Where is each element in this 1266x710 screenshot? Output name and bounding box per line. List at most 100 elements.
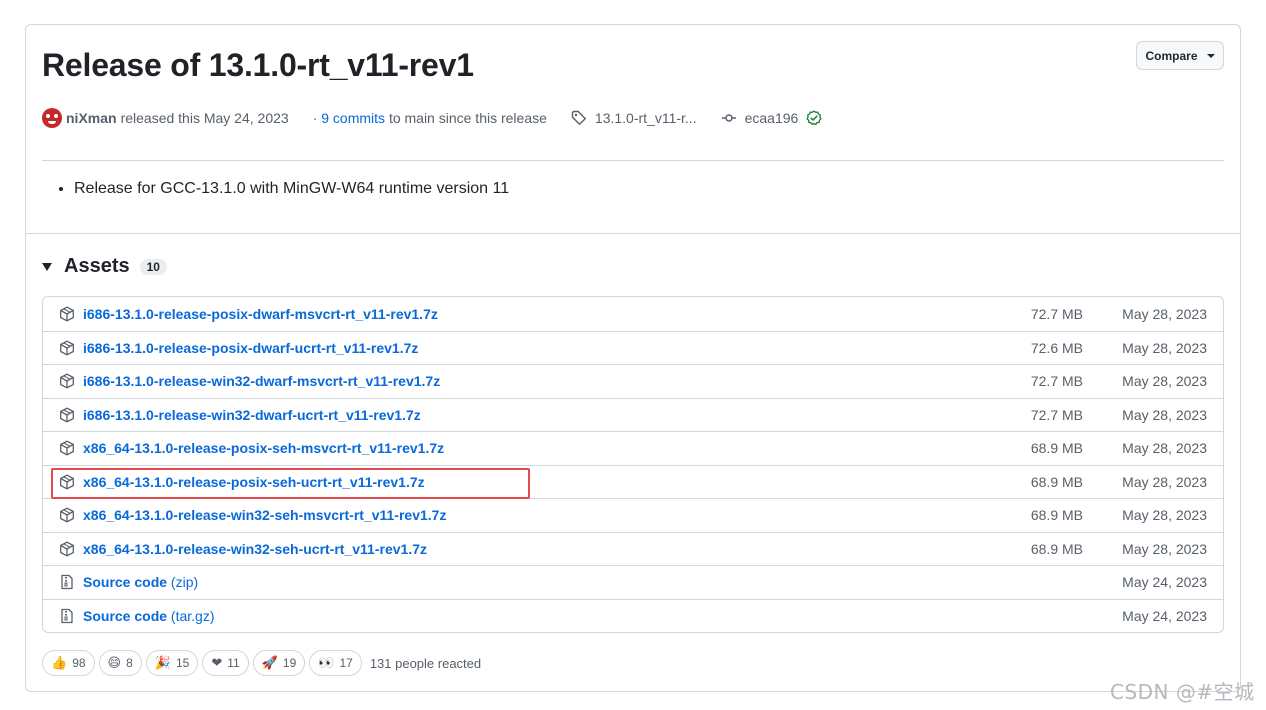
verified-icon[interactable]	[806, 110, 822, 126]
asset-name: x86_64-13.1.0-release-posix-seh-ucrt-rt_…	[83, 473, 425, 490]
asset-link[interactable]: i686-13.1.0-release-posix-dwarf-ucrt-rt_…	[83, 340, 418, 356]
reaction-count: 11	[227, 656, 240, 670]
asset-date: May 28, 2023	[1122, 305, 1207, 322]
asset-name: x86_64-13.1.0-release-posix-seh-msvcrt-r…	[83, 440, 445, 457]
asset-ext: (tar.gz)	[170, 607, 215, 624]
file-zip-icon	[59, 608, 75, 624]
commits-info: · 9 commits to main since this release	[313, 110, 547, 126]
asset-link[interactable]: x86_64-13.1.0-release-posix-seh-ucrt-rt_…	[83, 474, 425, 490]
tag-link[interactable]: 13.1.0-rt_v11-r...	[571, 110, 697, 126]
asset-date: May 28, 2023	[1122, 339, 1207, 356]
asset-row: i686-13.1.0-release-win32-dwarf-ucrt-rt_…	[43, 397, 1223, 432]
release-title: Release of 13.1.0-rt_v11-rev1	[42, 47, 474, 83]
asset-row: i686-13.1.0-release-posix-dwarf-ucrt-rt_…	[43, 330, 1223, 365]
release-meta: niXman released this May 24, 2023 · 9 co…	[42, 107, 1222, 129]
caret-down-icon	[1206, 53, 1215, 58]
assets-count-badge: 10	[139, 258, 167, 275]
package-icon	[59, 474, 75, 490]
asset-name: x86_64-13.1.0-release-win32-seh-ucrt-rt_…	[83, 540, 427, 557]
package-icon	[59, 440, 75, 456]
package-icon	[59, 507, 75, 523]
asset-link[interactable]: Source code (zip)	[83, 574, 198, 590]
asset-size: 72.7 MB	[1030, 406, 1083, 423]
asset-ext: (zip)	[170, 574, 199, 591]
asset-date: May 28, 2023	[1122, 373, 1207, 390]
asset-name: i686-13.1.0-release-posix-dwarf-ucrt-rt_…	[83, 339, 419, 356]
package-icon	[59, 541, 75, 557]
asset-date: May 24, 2023	[1122, 574, 1207, 591]
package-icon	[59, 373, 75, 389]
asset-link[interactable]: i686-13.1.0-release-win32-dwarf-ucrt-rt_…	[83, 407, 421, 423]
reaction-count: 19	[282, 656, 297, 670]
file-zip-icon	[59, 574, 75, 590]
asset-size: 72.7 MB	[1030, 373, 1083, 390]
asset-size: 68.9 MB	[1030, 507, 1083, 524]
laugh-icon: 😄	[107, 655, 122, 671]
heart-icon: ❤	[211, 655, 223, 671]
eyes-icon: 👀	[318, 655, 335, 671]
asset-name: i686-13.1.0-release-win32-dwarf-msvcrt-r…	[83, 373, 441, 390]
asset-link[interactable]: i686-13.1.0-release-posix-dwarf-msvcrt-r…	[83, 306, 438, 322]
asset-row: Source code (tar.gz) May 24, 2023	[43, 598, 1223, 633]
asset-link[interactable]: i686-13.1.0-release-win32-dwarf-msvcrt-r…	[83, 373, 440, 389]
asset-date: May 28, 2023	[1122, 507, 1207, 524]
reaction-count: 15	[175, 656, 190, 670]
asset-row: x86_64-13.1.0-release-win32-seh-msvcrt-r…	[43, 498, 1223, 532]
reaction-button[interactable]: 😄 8	[98, 650, 142, 676]
released-text: released this May 24, 2023	[120, 110, 289, 126]
package-icon	[59, 407, 75, 423]
asset-name: x86_64-13.1.0-release-win32-seh-msvcrt-r…	[83, 507, 447, 524]
reaction-button[interactable]: 👀 17	[309, 650, 362, 676]
reaction-button[interactable]: ❤ 11	[202, 650, 249, 676]
reactions-bar: 👍 98 😄 8 🎉 15 ❤ 11 🚀 19 👀 17 131 people reacted	[42, 650, 481, 676]
compare-button[interactable]: Compare	[1136, 41, 1224, 70]
reaction-button[interactable]: 🚀 19	[252, 650, 306, 676]
asset-row: Source code (zip) May 24, 2023	[43, 565, 1223, 599]
reaction-count: 98	[72, 656, 86, 670]
asset-size: 68.9 MB	[1030, 440, 1083, 457]
hooray-icon: 🎉	[154, 655, 171, 671]
asset-row: x86_64-13.1.0-release-posix-seh-ucrt-rt_…	[43, 464, 1223, 499]
reaction-button[interactable]: 👍 98	[42, 650, 95, 676]
assets-list: i686-13.1.0-release-posix-dwarf-msvcrt-r…	[42, 296, 1224, 633]
author-link[interactable]: niXman	[66, 110, 117, 126]
asset-date: May 28, 2023	[1122, 540, 1207, 557]
asset-row: x86_64-13.1.0-release-posix-seh-msvcrt-r…	[43, 431, 1223, 465]
asset-size: 72.7 MB	[1030, 305, 1083, 322]
asset-link[interactable]: x86_64-13.1.0-release-win32-seh-msvcrt-r…	[83, 507, 446, 523]
asset-size: 68.9 MB	[1030, 540, 1083, 557]
compare-button-label: Compare	[1145, 48, 1198, 63]
release-notes: Release for GCC-13.1.0 with MinGW-W64 ru…	[74, 180, 509, 198]
release-note-item: Release for GCC-13.1.0 with MinGW-W64 ru…	[74, 180, 509, 198]
watermark: CSDN @#空城	[1110, 680, 1255, 704]
asset-name: Source code	[83, 607, 168, 624]
asset-link[interactable]: x86_64-13.1.0-release-win32-seh-ucrt-rt_…	[83, 541, 427, 557]
commits-suffix: to main since this release	[388, 110, 547, 126]
thumbs-up-icon: 👍	[51, 655, 68, 671]
asset-name: i686-13.1.0-release-posix-dwarf-msvcrt-r…	[83, 305, 438, 322]
asset-name: i686-13.1.0-release-win32-dwarf-ucrt-rt_…	[83, 406, 421, 423]
reaction-count: 17	[339, 656, 353, 670]
asset-link[interactable]: x86_64-13.1.0-release-posix-seh-msvcrt-r…	[83, 440, 444, 456]
asset-date: May 28, 2023	[1122, 473, 1207, 490]
asset-link[interactable]: Source code (tar.gz)	[83, 608, 215, 624]
asset-date: May 24, 2023	[1122, 607, 1207, 624]
rocket-icon: 🚀	[261, 655, 278, 671]
assets-title: Assets	[64, 255, 130, 277]
commit-hash: ecaa196	[744, 110, 799, 126]
reaction-count: 8	[126, 656, 133, 670]
asset-name: Source code	[83, 574, 168, 591]
asset-date: May 28, 2023	[1122, 406, 1207, 423]
assets-divider	[26, 233, 1240, 234]
triangle-down-icon	[42, 262, 52, 271]
commits-prefix: ·	[312, 110, 318, 126]
commits-link[interactable]: 9 commits	[321, 110, 385, 126]
reaction-button[interactable]: 🎉 15	[145, 650, 199, 676]
commit-link[interactable]: ecaa196	[721, 110, 823, 126]
avatar[interactable]	[42, 108, 62, 128]
asset-row: i686-13.1.0-release-win32-dwarf-msvcrt-r…	[43, 364, 1223, 398]
reactions-summary: 131 people reacted	[369, 655, 482, 671]
assets-toggle[interactable]: Assets 10	[42, 255, 167, 278]
asset-date: May 28, 2023	[1122, 440, 1207, 457]
tag-icon	[571, 110, 586, 125]
